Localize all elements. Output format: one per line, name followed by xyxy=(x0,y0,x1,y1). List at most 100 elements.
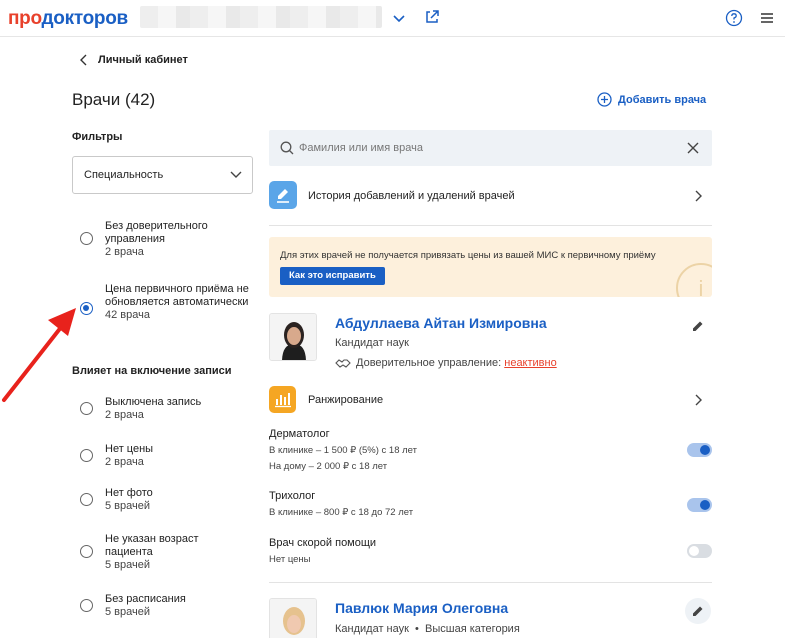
filter-option-no-price[interactable]: Нет цены 2 врача xyxy=(80,443,255,469)
filter-option-label: Выключена запись xyxy=(105,396,202,408)
ranking-badge xyxy=(269,386,296,413)
filter-option-count: 5 врачей xyxy=(105,559,151,571)
chevron-down-icon[interactable] xyxy=(392,11,406,25)
trust-status-link[interactable]: неактивно xyxy=(504,357,556,369)
trust-label: Доверительное управление: xyxy=(356,357,502,369)
specialty-select-value: Специальность xyxy=(84,169,164,181)
specialty-select[interactable]: Специальность xyxy=(72,156,253,194)
edit-doctor-button[interactable] xyxy=(685,598,711,624)
filter-option-booking-off[interactable]: Выключена запись 2 врача xyxy=(80,396,255,422)
toggle-knob xyxy=(689,546,699,556)
doctor-degree-category: Кандидат наук • Высшая категория xyxy=(335,623,520,635)
specialty-name: Дерматолог xyxy=(269,428,330,440)
radio-button[interactable] xyxy=(80,232,93,245)
menu-icon[interactable] xyxy=(760,11,774,25)
back-link[interactable]: Личный кабинет xyxy=(80,54,188,66)
clinic-selector-blurred[interactable] xyxy=(140,6,382,28)
filter-option-count: 2 врача xyxy=(105,246,144,258)
radio-button[interactable] xyxy=(80,493,93,506)
specialty-price-line: Нет цены xyxy=(269,554,311,565)
specialty-row: Дерматолог В клинике – 1 500 ₽ (5%) с 18… xyxy=(269,428,417,477)
search-icon xyxy=(280,141,294,155)
chevron-left-icon xyxy=(80,54,87,66)
doctor-category: Высшая категория xyxy=(425,623,520,635)
pencil-icon xyxy=(693,606,703,616)
filter-option-no-age[interactable]: Не указан возраст пациента 5 врачей xyxy=(80,533,215,572)
filter-option-count: 2 врача xyxy=(105,409,144,421)
toggle-knob xyxy=(700,500,710,510)
add-doctor-button[interactable]: Добавить врача xyxy=(597,92,706,107)
specialty-name: Врач скорой помощи xyxy=(269,537,377,549)
specialty-toggle[interactable] xyxy=(687,544,712,558)
filter-option-label: Без доверительного управления xyxy=(105,220,208,245)
history-link[interactable]: История добавлений и удалений врачей xyxy=(269,181,712,211)
filters-title: Фильтры xyxy=(72,131,123,143)
top-bar: продокторов xyxy=(0,0,785,37)
doctor-photo[interactable] xyxy=(269,313,317,361)
doctor-portrait-icon xyxy=(270,314,316,360)
doctor-search xyxy=(269,130,712,166)
annotation-arrow xyxy=(2,308,76,402)
doctor-name[interactable]: Абдуллаева Айтан Измировна xyxy=(335,315,547,331)
page-title: Врачи (42) xyxy=(72,90,156,109)
doctor-degree: Кандидат наук xyxy=(335,623,409,635)
ranking-label: Ранжирование xyxy=(308,394,384,406)
logo[interactable]: продокторов xyxy=(8,8,128,30)
filter-option-count: 5 врачей xyxy=(105,500,151,512)
chevron-right-icon xyxy=(695,190,702,202)
specialty-price-line: В клинике – 800 ₽ с 18 до 72 лет xyxy=(269,507,414,518)
filter-option-no-schedule[interactable]: Без расписания 5 врачей xyxy=(80,593,255,619)
info-icon: i xyxy=(676,263,712,297)
radio-button-checked[interactable] xyxy=(80,302,93,315)
chevron-right-icon xyxy=(695,394,702,406)
doctor-photo[interactable] xyxy=(269,598,317,638)
chevron-down-icon xyxy=(230,171,242,178)
filter-option-count: 2 врача xyxy=(105,456,144,468)
divider xyxy=(269,225,712,226)
add-doctor-label: Добавить врача xyxy=(618,93,707,106)
back-link-label: Личный кабинет xyxy=(98,54,188,66)
filter-option-label: Нет фото xyxy=(105,487,153,499)
booking-filters-title: Влияет на включение записи xyxy=(72,365,232,377)
specialty-toggle[interactable] xyxy=(687,443,712,457)
filter-option-count: 42 врача xyxy=(105,309,150,321)
specialty-price-line: На дому – 2 000 ₽ с 18 лет xyxy=(269,461,388,472)
filter-option-price-not-updated[interactable]: Цена первичного приёма не обновляется ав… xyxy=(80,283,255,322)
history-label: История добавлений и удалений врачей xyxy=(308,190,515,202)
doctor-degree: Кандидат наук xyxy=(335,337,409,349)
bar-chart-icon xyxy=(275,393,291,408)
pencil-icon xyxy=(693,321,703,331)
doctor-portrait-icon xyxy=(270,599,316,638)
specialty-toggle[interactable] xyxy=(687,498,712,512)
filter-option-no-photo[interactable]: Нет фото 5 врачей xyxy=(80,487,255,513)
doctor-name[interactable]: Павлюк Мария Олеговна xyxy=(335,600,508,616)
radio-button[interactable] xyxy=(80,449,93,462)
warning-text: Для этих врачей не получается привязать … xyxy=(280,250,656,261)
close-icon[interactable] xyxy=(687,142,699,154)
radio-button[interactable] xyxy=(80,599,93,612)
help-icon[interactable] xyxy=(725,9,743,27)
how-to-fix-button[interactable]: Как это исправить xyxy=(280,267,385,285)
external-link-icon[interactable] xyxy=(424,9,440,25)
ranking-link[interactable]: Ранжирование xyxy=(269,386,712,414)
filter-option-label: Не указан возраст пациента xyxy=(105,533,199,558)
filter-option-no-trust[interactable]: Без доверительного управления 2 врача xyxy=(80,220,255,259)
filter-option-count: 5 врачей xyxy=(105,606,151,618)
edit-doctor-button[interactable] xyxy=(685,313,711,339)
trust-status: Доверительное управление: неактивно xyxy=(335,357,557,369)
filter-option-label: Цена первичного приёма не обновляется ав… xyxy=(105,283,249,308)
specialty-row: Трихолог В клинике – 800 ₽ с 18 до 72 ле… xyxy=(269,490,413,523)
logo-text-part2: докторов xyxy=(41,8,129,29)
search-input[interactable] xyxy=(299,130,679,166)
divider xyxy=(269,582,712,583)
plus-circle-icon xyxy=(597,92,612,107)
radio-button[interactable] xyxy=(80,402,93,415)
warning-banner: Для этих врачей не получается привязать … xyxy=(269,237,712,297)
filter-option-label: Без расписания xyxy=(105,593,186,605)
logo-text-part1: про xyxy=(8,8,42,29)
toggle-knob xyxy=(700,445,710,455)
edit-note-icon xyxy=(277,189,289,203)
specialty-name: Трихолог xyxy=(269,490,316,502)
specialty-price-line: В клинике – 1 500 ₽ (5%) с 18 лет xyxy=(269,445,418,456)
radio-button[interactable] xyxy=(80,545,93,558)
